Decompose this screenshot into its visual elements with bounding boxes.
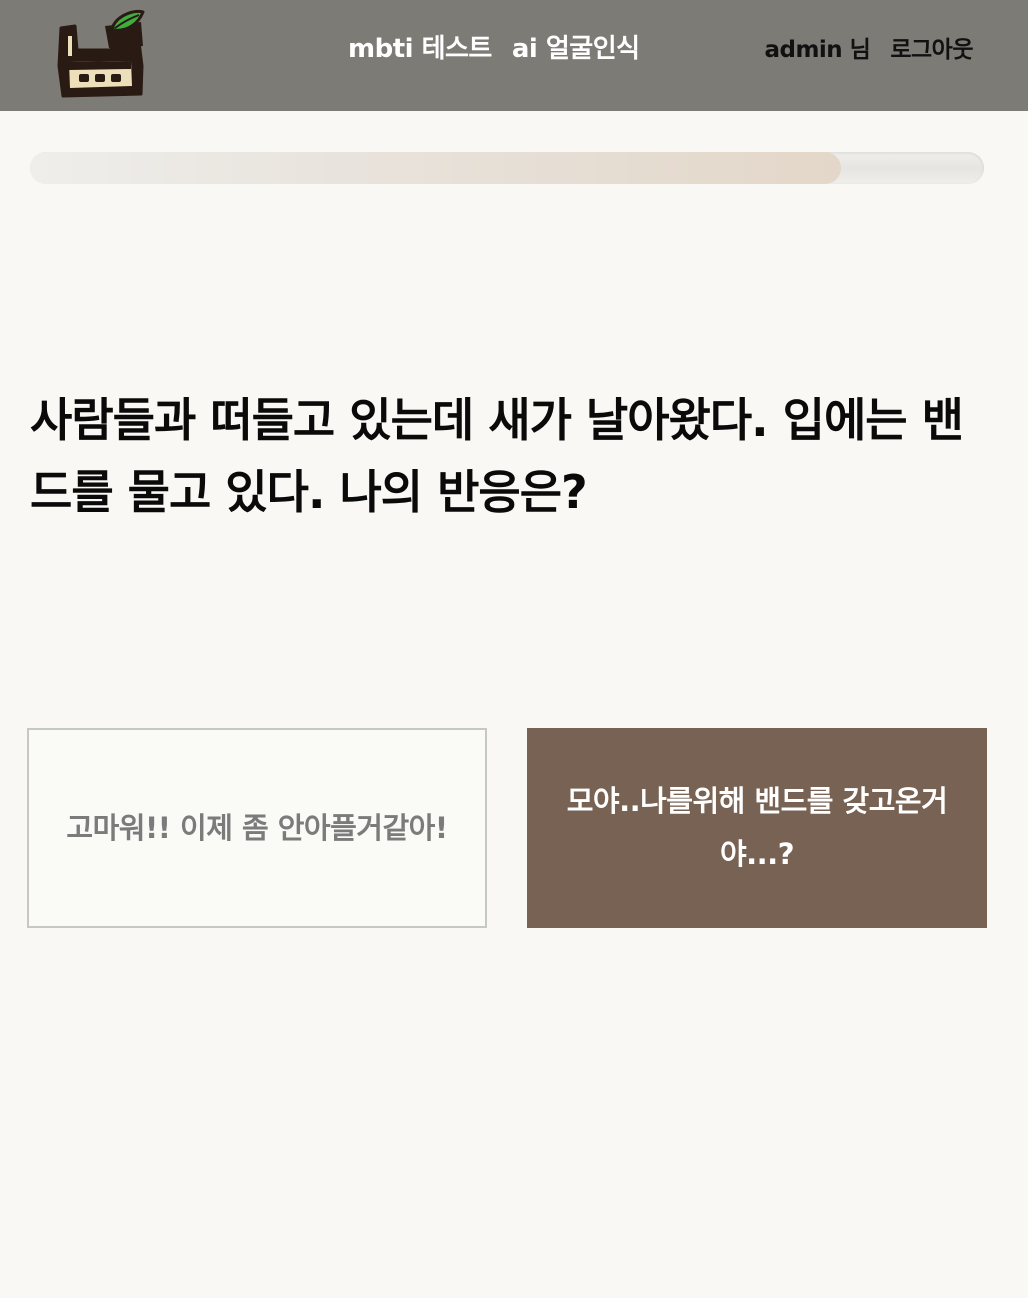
nav-ai-face-recognition[interactable]: ai 얼굴인식 (512, 28, 640, 65)
top-header: mbti 테스트 ai 얼굴인식 admin 님 로그아웃 (0, 0, 1028, 111)
main-nav: mbti 테스트 ai 얼굴인식 (348, 28, 640, 65)
progress-bar (30, 152, 984, 184)
question-text: 사람들과 떠들고 있는데 새가 날아왔다. 입에는 밴드를 물고 있다. 나의 … (30, 393, 964, 519)
progress-fill (30, 152, 841, 184)
answer-option-1[interactable]: 고마워!! 이제 좀 안아플거같아! (27, 728, 487, 928)
nav-mbti-test[interactable]: mbti 테스트 (348, 28, 492, 65)
user-area: admin 님 로그아웃 (764, 30, 973, 64)
logout-button[interactable]: 로그아웃 (890, 30, 973, 64)
username-label: admin 님 (764, 37, 871, 63)
leaf-bag-logo-icon[interactable] (55, 6, 147, 98)
answer-option-2[interactable]: 모야..나를위해 밴드를 갖고온거야...? (527, 728, 987, 928)
